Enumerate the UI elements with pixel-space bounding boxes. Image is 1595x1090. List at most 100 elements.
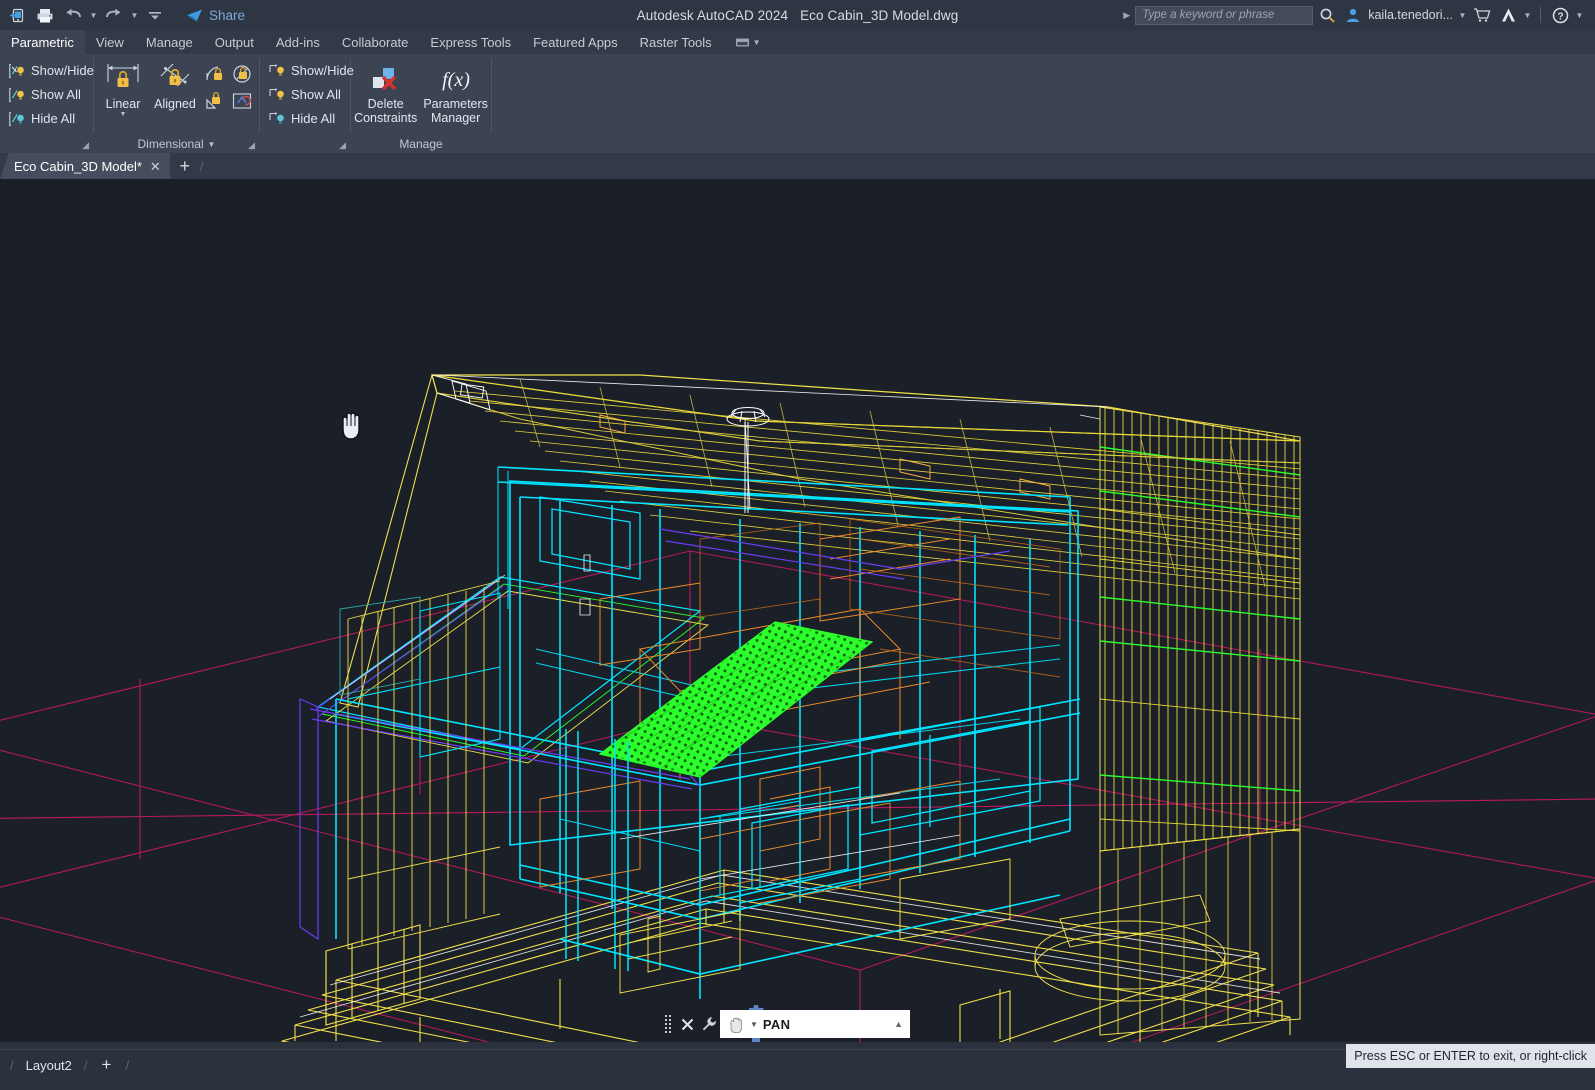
share-button[interactable]: Share (178, 2, 253, 28)
dim-display-panel-title: ◢ (260, 135, 350, 153)
title-bar-right-tools: ▶ kaila.tenedori... ▼ (1123, 0, 1595, 30)
quick-access-toolbar: ▼ ▼ Share (0, 0, 253, 30)
user-account-icon[interactable] (1341, 2, 1365, 28)
file-name: Eco Cabin_3D Model.dwg (800, 8, 958, 23)
ribbon-display-options[interactable]: ▼ (729, 30, 767, 54)
search-input[interactable] (1142, 9, 1306, 21)
document-tab-bar: Eco Cabin_3D Model* ✕ + / (0, 153, 1595, 179)
undo-dropdown-caret[interactable]: ▼ (88, 2, 99, 28)
ribbon-tab-manage[interactable]: Manage (135, 30, 204, 54)
linear-dropdown-caret[interactable]: ▼ (120, 111, 127, 119)
parameters-manager-button[interactable]: f(x) Parameters Manager (423, 59, 488, 125)
title-bar: ▼ ▼ Share (0, 0, 1595, 30)
autodesk-store-icon[interactable] (1470, 2, 1494, 28)
dim-show-hide-label: Show/Hide (291, 63, 354, 78)
manage-panel-title: Manage (351, 135, 491, 153)
dim-hide-all-button[interactable]: Hide All (267, 107, 360, 130)
geo-show-hide-button[interactable]: Show/Hide (7, 59, 100, 82)
redo-icon[interactable] (101, 2, 127, 28)
autodesk-a-icon[interactable] (1496, 2, 1520, 28)
dim-display-panel-expand-icon[interactable]: ◢ (339, 140, 346, 151)
solar-panel-array (600, 622, 872, 777)
dim-show-all-button[interactable]: Show All (267, 83, 360, 106)
panel-geometric-display: Show/Hide Show All (0, 54, 93, 153)
customize-qat-icon[interactable] (142, 2, 168, 28)
layout-tab-layout2[interactable]: Layout2 (20, 1052, 78, 1078)
share-label: Share (209, 8, 245, 23)
command-input[interactable]: ▼ PAN ▲ (720, 1010, 910, 1038)
close-icon[interactable]: ✕ (150, 160, 161, 173)
save-as-icon[interactable] (4, 2, 30, 28)
new-document-button[interactable]: + (170, 153, 200, 179)
search-expand-caret[interactable]: ▶ (1123, 10, 1130, 21)
user-name-label[interactable]: kaila.tenedori... (1368, 8, 1453, 22)
layout-separator-right: / (120, 1058, 136, 1073)
left-wall-studs (348, 581, 500, 949)
ribbon-tab-bar: Parametric View Manage Output Add-ins Co… (0, 30, 1595, 54)
autodesk-dropdown-caret[interactable]: ▼ (1522, 11, 1533, 20)
share-plane-icon (186, 8, 203, 23)
ribbon-options-caret[interactable]: ▼ (753, 38, 761, 47)
app-name: Autodesk AutoCAD 2024 (637, 8, 788, 23)
dim-hideall-icon (269, 111, 286, 127)
convert-constraint-icon[interactable] (229, 88, 255, 114)
panel-divider-4 (491, 58, 492, 133)
undo-icon[interactable] (60, 2, 86, 28)
layout-separator-mid: / (78, 1058, 94, 1073)
command-expand-icon[interactable]: ▲ (894, 1019, 903, 1029)
radial-constraint-icon[interactable] (229, 61, 255, 87)
command-history-caret[interactable]: ▼ (750, 1020, 758, 1029)
drawing-canvas[interactable] (0, 179, 1595, 1042)
document-tab-eco-cabin[interactable]: Eco Cabin_3D Model* ✕ (0, 153, 170, 179)
constraint-showall-icon (9, 87, 26, 103)
geometric-panel-title: ◢ (0, 135, 93, 153)
geo-hide-all-button[interactable]: Hide All (7, 107, 100, 130)
search-field[interactable] (1135, 6, 1313, 25)
ribbon-tab-parametric[interactable]: Parametric (0, 30, 85, 54)
ribbon-tab-collaborate[interactable]: Collaborate (331, 30, 420, 54)
dimensional-panel-expand-icon[interactable]: ◢ (248, 140, 255, 151)
ribbon-minimize-icon (735, 36, 750, 49)
parameters-manager-label-1: Parameters (423, 97, 488, 111)
pan-hand-cursor (336, 407, 366, 441)
new-layout-button[interactable]: + (94, 1052, 120, 1078)
ribbon-tab-featured-apps[interactable]: Featured Apps (522, 30, 629, 54)
command-drag-handle[interactable] (662, 1010, 676, 1038)
parameters-manager-icon: f(x) (436, 61, 476, 97)
dimensional-panel-caret[interactable]: ▼ (208, 140, 216, 149)
model-wireframe (0, 179, 1595, 1042)
dim-hide-all-label: Hide All (291, 111, 335, 126)
delete-constraints-label-2: Constraints (354, 111, 417, 125)
ribbon-tab-output[interactable]: Output (204, 30, 265, 54)
plot-icon[interactable] (32, 2, 58, 28)
user-dropdown-caret[interactable]: ▼ (1457, 11, 1468, 20)
ribbon-tab-express-tools[interactable]: Express Tools (419, 30, 522, 54)
panel-manage: Delete Constraints f(x) Parameters Manag… (351, 54, 491, 153)
ribbon-tab-add-ins[interactable]: Add-ins (265, 30, 331, 54)
dim-show-hide-button[interactable]: Show/Hide (267, 59, 360, 82)
linear-constraint-button[interactable]: Linear ▼ (98, 59, 148, 119)
panel-dimensional: Linear ▼ (94, 54, 259, 153)
angular-constraint-icon[interactable] (202, 61, 228, 87)
geo-show-all-button[interactable]: Show All (7, 83, 100, 106)
ceiling-fixture (727, 408, 769, 514)
linear-constraint-label: Linear (106, 97, 141, 111)
help-dropdown-caret[interactable]: ▼ (1574, 11, 1585, 20)
geometric-panel-expand-icon[interactable]: ◢ (82, 140, 89, 151)
aligned-constraint-button[interactable]: Aligned (150, 59, 200, 111)
geo-hide-all-label: Hide All (31, 111, 75, 126)
dimensional-small-tools (202, 59, 255, 114)
pan-hand-icon (727, 1015, 745, 1033)
ribbon-tab-raster-tools[interactable]: Raster Tools (629, 30, 723, 54)
delete-constraints-button[interactable]: Delete Constraints (354, 59, 417, 125)
search-icon[interactable] (1315, 2, 1339, 28)
ribbon-tab-view[interactable]: View (85, 30, 135, 54)
help-icon[interactable]: ? (1548, 2, 1572, 28)
dim-show-all-label: Show All (291, 87, 341, 102)
command-settings-icon[interactable] (698, 1010, 720, 1038)
diameter-constraint-icon[interactable] (202, 88, 228, 114)
redo-dropdown-caret[interactable]: ▼ (129, 2, 140, 28)
dimensional-panel-label: Dimensional (138, 137, 204, 151)
command-close-icon[interactable] (676, 1010, 698, 1038)
manage-panel-label: Manage (399, 137, 442, 151)
